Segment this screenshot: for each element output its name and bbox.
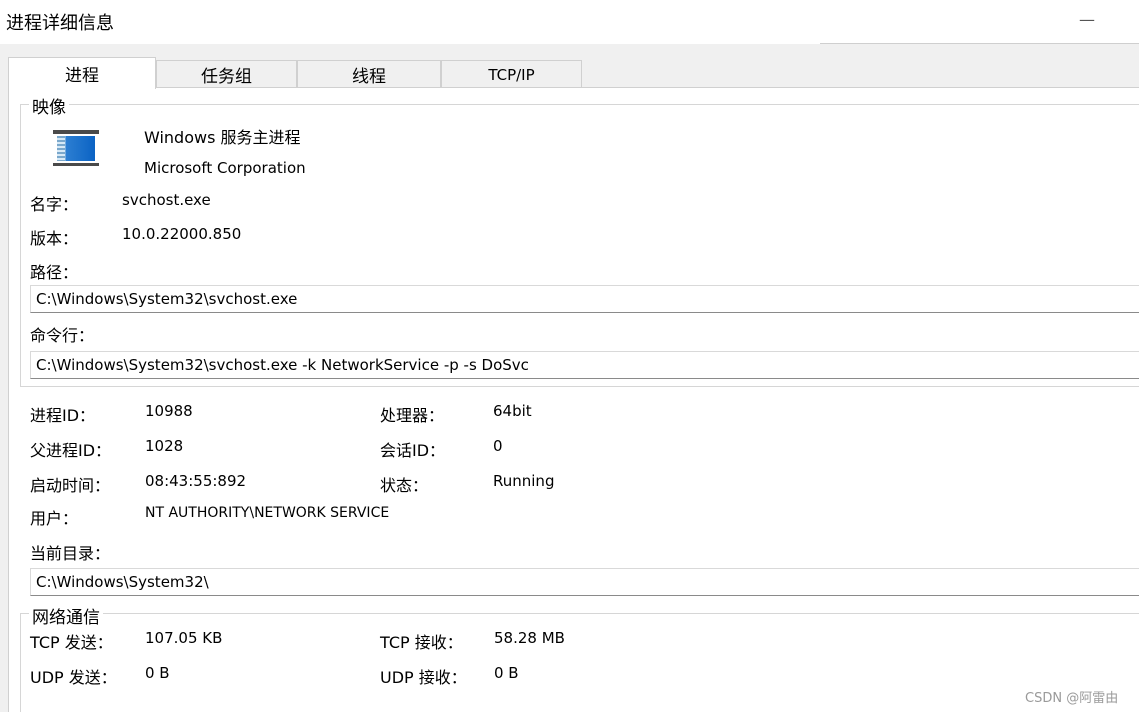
image-group-legend: 映像	[29, 93, 69, 118]
current-directory-label: 当前目录：	[30, 544, 111, 563]
path-label: 路径：	[30, 263, 79, 282]
version-label: 版本：	[30, 229, 79, 248]
parent-pid-label: 父进程ID：	[30, 441, 112, 460]
user-label: 用户：	[30, 509, 79, 528]
command-line-field[interactable]: C:\Windows\System32\svchost.exe -k Netwo…	[30, 351, 1139, 379]
path-field[interactable]: C:\Windows\System32\svchost.exe	[30, 285, 1139, 313]
status-value: Running	[493, 472, 555, 490]
processor-value: 64bit	[493, 402, 532, 420]
watermark: CSDN @阿雷由	[1025, 691, 1119, 706]
tab-process[interactable]: 进程	[8, 57, 156, 89]
version-value: 10.0.22000.850	[122, 225, 242, 243]
tab-bar: 进程 任务组 线程 TCP/IP	[8, 57, 1139, 89]
network-group-legend: 网络通信	[29, 603, 103, 628]
command-line-label: 命令行：	[30, 326, 95, 345]
tcp-receive-label: TCP 接收：	[380, 633, 463, 652]
udp-receive-label: UDP 接收：	[380, 668, 467, 687]
image-description: Windows 服务主进程	[144, 128, 301, 147]
title-bar: 进程详细信息 —	[0, 0, 1139, 44]
udp-receive-value: 0 B	[494, 664, 519, 682]
udp-send-value: 0 B	[145, 664, 170, 682]
session-id-value: 0	[493, 437, 503, 455]
start-time-value: 08:43:55:892	[145, 472, 247, 490]
start-time-label: 启动时间：	[30, 476, 111, 495]
tcp-send-value: 107.05 KB	[145, 629, 223, 647]
tab-threads[interactable]: 线程	[297, 60, 441, 88]
image-company: Microsoft Corporation	[144, 159, 306, 177]
session-id-label: 会话ID：	[380, 441, 446, 460]
name-value: svchost.exe	[122, 191, 211, 209]
minimize-button[interactable]: —	[1077, 10, 1097, 29]
title-separator	[820, 43, 1139, 44]
current-directory-field[interactable]: C:\Windows\System32\	[30, 568, 1139, 596]
name-label: 名字：	[30, 195, 79, 214]
window-title: 进程详细信息	[6, 13, 114, 34]
tcp-receive-value: 58.28 MB	[494, 629, 565, 647]
processor-label: 处理器：	[380, 406, 445, 425]
udp-send-label: UDP 发送：	[30, 668, 117, 687]
tab-task-group[interactable]: 任务组	[156, 60, 297, 88]
network-group	[20, 613, 1139, 712]
windows-service-host-icon	[53, 130, 99, 168]
status-label: 状态：	[380, 476, 429, 495]
user-value: NT AUTHORITY\NETWORK SERVICE	[145, 505, 390, 521]
parent-pid-value: 1028	[145, 437, 184, 455]
tcp-send-label: TCP 发送：	[30, 633, 113, 652]
pid-label: 进程ID：	[30, 406, 96, 425]
pid-value: 10988	[145, 402, 193, 420]
tab-tcpip[interactable]: TCP/IP	[441, 60, 582, 88]
